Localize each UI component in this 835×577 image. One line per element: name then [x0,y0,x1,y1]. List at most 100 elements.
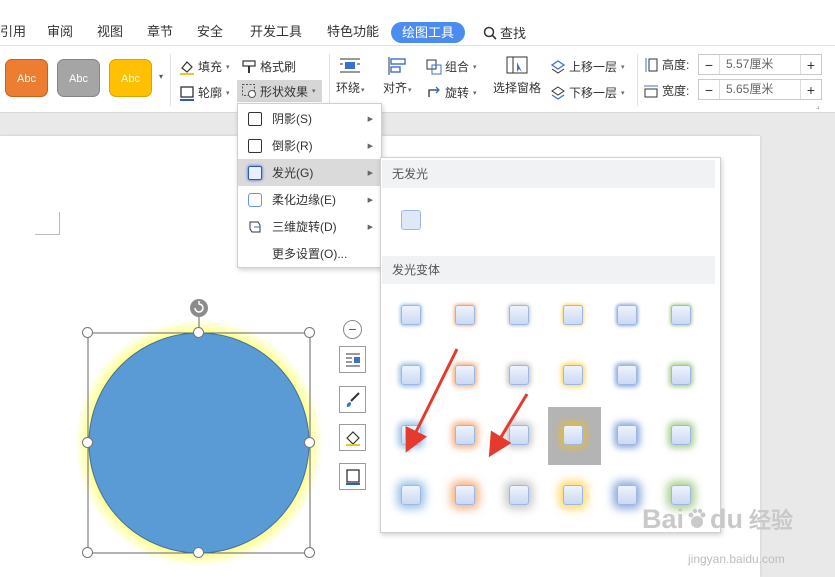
shape-style-brush-button[interactable] [339,386,366,413]
resize-handle-ne[interactable] [304,327,315,338]
height-input[interactable]: 5.57厘米 [719,55,801,74]
glow-variant-swatch[interactable] [401,365,421,385]
tab-chapter[interactable]: 章节 [147,24,173,40]
layout-options-button[interactable] [339,346,366,373]
resize-handle-w[interactable] [82,437,93,448]
tab-drawing-tools[interactable]: 绘图工具 [391,22,465,43]
menu-item-label: 更多设置(O)... [272,247,348,261]
glow-variant-swatch[interactable] [671,305,691,325]
resize-handle-sw[interactable] [82,547,93,558]
height-label-text: 高度: [662,58,690,72]
shape-fill-button[interactable] [339,424,366,451]
search-icon [483,26,497,40]
width-stepper[interactable]: − 5.65厘米 + [698,79,822,100]
tab-special-features[interactable]: 特色功能 [327,24,379,40]
glow-variant-swatch[interactable] [509,425,529,445]
resize-handle-e[interactable] [304,437,315,448]
outline-button[interactable]: 轮廓 ▾ [179,84,230,101]
format-painter-icon [242,59,256,73]
paint-brush-icon [346,391,360,407]
glow-variant-swatch[interactable] [671,485,691,505]
glow-variant-swatch[interactable] [563,425,583,445]
search-label: 查找 [500,26,527,41]
align-label: 对齐 [383,81,408,95]
height-decrement-button[interactable]: − [699,57,719,73]
tab-view[interactable]: 视图 [97,24,123,40]
menu-item-more-settings[interactable]: 更多设置(O)... [238,240,381,267]
tab-developer[interactable]: 开发工具 [250,24,302,40]
width-increment-button[interactable]: + [801,82,821,98]
menu-item-3d-rotation[interactable]: 三维旋转(D) ▶ [238,213,381,240]
glow-variant-swatch[interactable] [671,365,691,385]
send-backward-button[interactable]: 下移一层 ▾ [550,84,625,101]
glow-variant-swatch[interactable] [617,425,637,445]
glow-variant-swatch[interactable] [455,425,475,445]
glow-variant-swatch[interactable] [671,425,691,445]
width-decrement-button[interactable]: − [699,82,719,98]
glow-variant-swatch[interactable] [563,365,583,385]
glow-variant-swatch[interactable] [617,485,637,505]
shape-style-orange[interactable]: Abc [5,59,48,97]
divider [637,54,638,106]
menu-item-shadow[interactable]: 阴影(S) ▶ [238,105,381,132]
style-label: Abc [121,73,140,85]
size-dialog-launcher-icon[interactable]: ⌟ [816,101,820,110]
search-button[interactable]: 查找 [483,23,526,42]
shape-style-gray[interactable]: Abc [57,59,100,97]
shape-style-gold[interactable]: Abc [109,59,152,97]
height-increment-button[interactable]: + [801,57,821,73]
glow-variant-swatch[interactable] [455,485,475,505]
glow-variant-swatch[interactable] [455,365,475,385]
glow-variant-swatch[interactable] [455,305,475,325]
width-icon [644,85,658,97]
glow-variant-swatch[interactable] [401,485,421,505]
resize-handle-s[interactable] [193,547,204,558]
circle-shape[interactable] [88,332,310,554]
wrap-text-button[interactable]: 环绕▾ [336,56,365,96]
width-label: 宽度: [643,82,689,99]
resize-handle-n[interactable] [193,327,204,338]
watermark-brand-right: du [710,503,744,534]
collapse-toolbar-button[interactable]: − [343,320,362,339]
resize-handle-nw[interactable] [82,327,93,338]
format-painter-button[interactable]: 格式刷 [241,58,296,75]
page-corner-mark [35,212,60,235]
align-button[interactable]: 对齐▾ [383,56,412,96]
height-stepper[interactable]: − 5.57厘米 + [698,54,822,75]
wrap-text-icon [340,58,361,73]
tab-review[interactable]: 审阅 [47,24,73,40]
glow-variant-swatch[interactable] [563,485,583,505]
rotate-icon [428,86,440,97]
width-input[interactable]: 5.65厘米 [719,80,801,99]
menu-item-soft-edges[interactable]: 柔化边缘(E) ▶ [238,186,381,213]
tab-security[interactable]: 安全 [197,24,223,40]
watermark-url: jingyan.baidu.com [688,552,785,566]
soft-edges-icon [248,192,262,207]
glow-submenu: 无发光 发光变体 [380,157,721,533]
fill-button[interactable]: 填充 ▾ [179,58,230,75]
glow-variant-swatch[interactable] [509,305,529,325]
resize-handle-se[interactable] [304,547,315,558]
glow-variant-swatch[interactable] [401,305,421,325]
menu-item-label: 三维旋转(D) [272,220,337,234]
style-gallery-more-icon[interactable]: ▾ [159,72,163,81]
glow-variant-swatch[interactable] [401,425,421,445]
glow-variant-swatch[interactable] [617,365,637,385]
glow-variant-swatch[interactable] [617,305,637,325]
shape-outline-button[interactable] [339,463,366,490]
menu-item-reflection[interactable]: 倒影(R) ▶ [238,132,381,159]
no-glow-swatch[interactable] [401,210,421,230]
group-button[interactable]: 组合 ▾ [426,58,477,75]
bring-forward-button[interactable]: 上移一层 ▾ [550,58,625,75]
shadow-icon [248,111,262,126]
glow-variant-swatch[interactable] [563,305,583,325]
group-label: 组合 [445,60,470,74]
menu-item-glow[interactable]: 发光(G) ▶ [238,159,381,186]
glow-variant-swatch[interactable] [509,365,529,385]
selection-pane-button[interactable]: 选择窗格 [493,56,541,96]
shape-effects-button[interactable]: 形状效果 ▾ [237,80,322,102]
rotate-button[interactable]: 旋转 ▾ [426,84,477,101]
shape-effects-icon [242,84,256,98]
glow-variant-swatch[interactable] [509,485,529,505]
tab-references[interactable]: 引用 [0,24,26,40]
